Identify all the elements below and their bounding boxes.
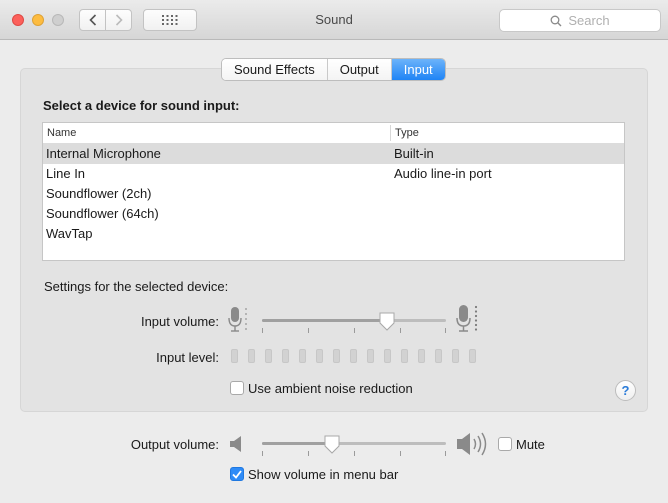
slider-fill <box>262 442 332 445</box>
search-icon <box>550 15 562 26</box>
level-segment <box>231 349 238 363</box>
level-segment <box>418 349 425 363</box>
level-segment <box>435 349 442 363</box>
checkmark-icon <box>232 469 242 479</box>
level-segment <box>401 349 408 363</box>
level-segment <box>316 349 323 363</box>
ambient-noise-label: Use ambient noise reduction <box>248 381 413 396</box>
slider-thumb[interactable] <box>323 435 341 455</box>
search-placeholder: Search <box>568 13 610 28</box>
device-type: Built-in <box>394 146 434 161</box>
slider-tick <box>445 451 446 456</box>
show-volume-menubar-checkbox[interactable] <box>230 467 244 481</box>
microphone-high-icon <box>456 305 478 332</box>
output-volume-slider[interactable] <box>262 435 446 456</box>
microphone-low-icon <box>228 307 247 332</box>
device-name: Soundflower (64ch) <box>46 206 159 221</box>
device-name: Line In <box>46 166 86 181</box>
slider-fill <box>262 319 387 322</box>
level-segment <box>333 349 340 363</box>
title-bar: Sound Search <box>0 0 668 40</box>
table-row[interactable]: Soundflower (64ch) <box>43 204 624 224</box>
slider-tick <box>400 451 401 456</box>
mute-checkbox[interactable] <box>498 437 512 451</box>
slider-thumb[interactable] <box>378 312 396 332</box>
level-segment <box>248 349 255 363</box>
output-volume-label: Output volume: <box>130 437 219 452</box>
slider-tick <box>354 451 355 456</box>
input-volume-slider[interactable] <box>262 312 446 333</box>
input-level-meter <box>231 349 481 365</box>
settings-heading: Settings for the selected device: <box>44 279 229 294</box>
slider-track <box>262 442 446 445</box>
slider-tick <box>445 328 446 333</box>
show-volume-menubar-label: Show volume in menu bar <box>248 467 399 482</box>
slider-tick <box>308 451 309 456</box>
tab-sound-effects[interactable]: Sound Effects <box>222 59 328 80</box>
input-volume-label: Input volume: <box>140 314 219 329</box>
device-type: Audio line-in port <box>394 166 492 181</box>
level-segment <box>350 349 357 363</box>
slider-tick <box>400 328 401 333</box>
slider-tick <box>262 451 263 456</box>
help-button[interactable]: ? <box>615 380 636 401</box>
column-divider <box>390 125 391 141</box>
tab-input[interactable]: Input <box>391 59 445 80</box>
table-row[interactable]: Soundflower (2ch) <box>43 184 624 204</box>
device-name: WavTap <box>46 226 93 241</box>
mute-label: Mute <box>516 437 545 452</box>
column-header-name[interactable]: Name <box>47 127 76 139</box>
slider-tick <box>262 328 263 333</box>
input-device-table[interactable]: Name Type Internal Microphone Built-in L… <box>42 122 625 261</box>
tab-bar: Sound Effects Output Input <box>221 58 446 81</box>
device-name: Internal Microphone <box>46 146 161 161</box>
column-header-type[interactable]: Type <box>395 127 419 139</box>
level-segment <box>299 349 306 363</box>
level-segment <box>367 349 374 363</box>
level-segment <box>265 349 272 363</box>
speaker-low-icon <box>230 436 241 452</box>
ambient-noise-checkbox[interactable] <box>230 381 244 395</box>
device-name: Soundflower (2ch) <box>46 186 152 201</box>
level-segment <box>452 349 459 363</box>
level-segment <box>384 349 391 363</box>
device-list-heading: Select a device for sound input: <box>43 98 240 113</box>
slider-tick <box>354 328 355 333</box>
speaker-high-icon <box>457 432 487 456</box>
table-row[interactable]: Internal Microphone Built-in <box>43 144 624 164</box>
input-level-label: Input level: <box>156 350 219 365</box>
table-header: Name Type <box>43 123 624 144</box>
slider-track <box>262 319 446 322</box>
table-row[interactable]: WavTap <box>43 224 624 244</box>
table-row[interactable]: Line In Audio line-in port <box>43 164 624 184</box>
level-segment <box>469 349 476 363</box>
slider-tick <box>308 328 309 333</box>
search-field[interactable]: Search <box>499 9 661 32</box>
level-segment <box>282 349 289 363</box>
tab-output[interactable]: Output <box>327 59 392 80</box>
